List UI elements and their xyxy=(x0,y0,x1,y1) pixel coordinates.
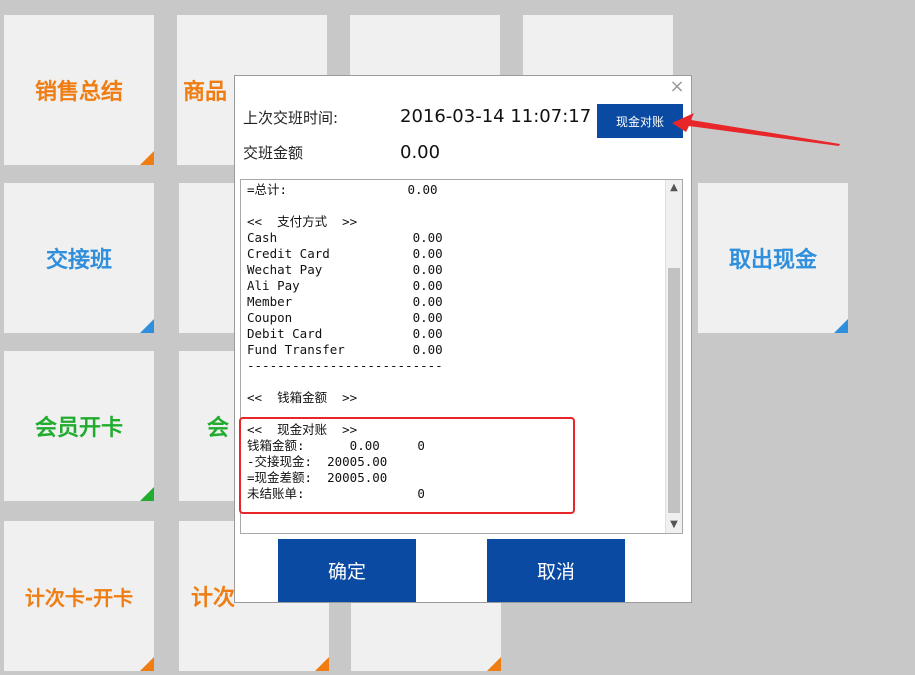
tile-corner-icon xyxy=(487,657,501,671)
scroll-thumb[interactable] xyxy=(668,268,680,513)
count-card-tile-label: 计次 xyxy=(191,586,236,611)
last-shift-time-label: 上次交班时间: xyxy=(243,109,339,127)
take-cash-tile[interactable]: 取出现金 xyxy=(698,183,848,333)
shift-report-text: =总计: 0.00 << 支付方式 >> Cash 0.00 Credit Ca… xyxy=(247,182,443,501)
sales-summary-tile[interactable]: 销售总结 xyxy=(4,15,154,165)
last-shift-time-value: 2016-03-14 11:07:17 xyxy=(400,106,592,127)
scroll-down-icon[interactable]: ▼ xyxy=(666,517,682,533)
tile-corner-icon xyxy=(140,319,154,333)
close-icon[interactable]: × xyxy=(669,78,685,96)
tile-corner-icon xyxy=(140,657,154,671)
tile-corner-icon xyxy=(834,319,848,333)
tile-corner-icon xyxy=(140,487,154,501)
cancel-button[interactable]: 取消 xyxy=(487,539,625,602)
member-tile-label: 会 xyxy=(207,416,230,441)
cash-reconcile-button[interactable]: 现金对账 xyxy=(597,104,683,138)
report-scrollbar[interactable]: ▲ ▼ xyxy=(665,180,682,533)
tile-corner-icon xyxy=(140,151,154,165)
handover-tile[interactable]: 交接班 xyxy=(4,183,154,333)
sales-summary-label: 销售总结 xyxy=(34,80,123,105)
annotation-arrow-icon xyxy=(672,113,840,146)
handover-label: 交接班 xyxy=(45,248,112,273)
scroll-up-icon[interactable]: ▲ xyxy=(666,180,682,196)
tile-corner-icon xyxy=(315,657,329,671)
member-open-card-label: 会员开卡 xyxy=(34,416,123,441)
member-open-card-tile[interactable]: 会员开卡 xyxy=(4,351,154,501)
shift-amount-value: 0.00 xyxy=(400,142,441,163)
count-card-open-label: 计次卡-开卡 xyxy=(24,585,134,610)
count-card-open-tile[interactable]: 计次卡-开卡 xyxy=(4,521,154,671)
confirm-button[interactable]: 确定 xyxy=(278,539,416,602)
handover-dialog: × 上次交班时间: 2016-03-14 11:07:17 现金对账 交班金额 … xyxy=(234,75,692,603)
product-tile-label: 商品 xyxy=(183,80,228,105)
shift-amount-label: 交班金额 xyxy=(243,144,304,162)
shift-report-textarea[interactable]: =总计: 0.00 << 支付方式 >> Cash 0.00 Credit Ca… xyxy=(240,179,683,534)
take-cash-label: 取出现金 xyxy=(728,248,817,273)
